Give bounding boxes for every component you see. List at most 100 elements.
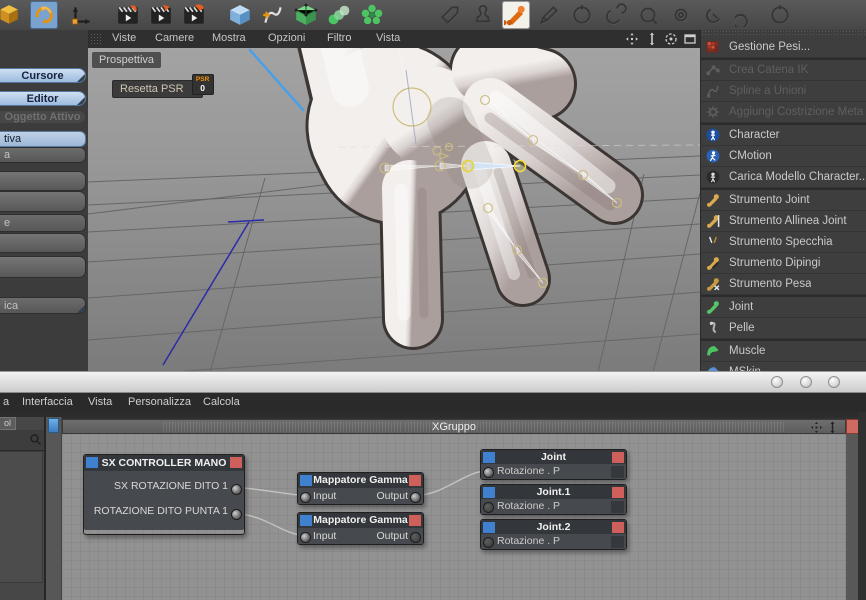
xpresso-window-titlebar[interactable] <box>0 371 866 393</box>
node-input-corner[interactable] <box>483 452 495 463</box>
panel-button-a[interactable]: a <box>0 147 86 163</box>
output-port[interactable] <box>231 509 242 520</box>
xpresso-menu-vista[interactable]: Vista <box>88 396 112 408</box>
xpool-search-field[interactable] <box>0 430 44 451</box>
sidebar-item-carica-modello-character[interactable]: Carica Modello Character... <box>701 167 866 188</box>
ring-tool-2-icon[interactable] <box>700 1 728 29</box>
output-port[interactable] <box>231 484 242 495</box>
window-button-2[interactable] <box>800 376 812 388</box>
node-input-corner[interactable] <box>300 515 312 526</box>
node-input-corner[interactable] <box>483 522 495 533</box>
record-position-icon[interactable] <box>114 1 142 29</box>
node-input-corner[interactable] <box>483 487 495 498</box>
scale-group-icon[interactable] <box>826 421 839 434</box>
panel-button-ica[interactable]: ica <box>0 297 86 314</box>
selected-joint[interactable] <box>461 159 475 173</box>
hypernurbs-icon[interactable] <box>292 1 320 29</box>
viewport-menu-filtro[interactable]: Filtro <box>327 32 351 44</box>
viewport-3d-canvas[interactable]: Prospettiva Resetta PSR PSR 0 <box>87 0 701 379</box>
node-graph-canvas[interactable]: SX CONTROLLER MANO SX ROTAZIONE DITO 1 R… <box>62 434 846 600</box>
polygon-mode-icon[interactable] <box>0 1 22 29</box>
node-joint[interactable]: Joint Rotazione . P <box>480 449 627 480</box>
joint-tool-active-icon[interactable] <box>502 1 530 29</box>
node-output-corner[interactable] <box>612 452 624 463</box>
ik-handle-line[interactable] <box>248 48 305 112</box>
cube-primitive-icon[interactable] <box>226 1 254 29</box>
input-port[interactable] <box>483 467 494 478</box>
sidebar-item-strumento-specchia[interactable]: Strumento Specchia <box>701 232 866 253</box>
viewport-menu-mostra[interactable]: Mostra <box>212 32 246 44</box>
left-scrollbar-handle[interactable] <box>48 418 59 433</box>
xpresso-menu-calcola[interactable]: Calcola <box>203 396 240 408</box>
ring-tool-3-icon[interactable] <box>733 1 761 29</box>
sidebar-item-strumento-dipingi[interactable]: Strumento Dipingi <box>701 253 866 274</box>
viewport-menu-vista-2[interactable]: Vista <box>376 32 400 44</box>
viewport-menu-opzioni[interactable]: Opzioni <box>268 32 305 44</box>
array-object-icon[interactable] <box>325 1 353 29</box>
sidebar-item-character[interactable]: Character <box>701 125 866 146</box>
sidebar-item-strumento-allinea-joint[interactable]: Strumento Allinea Joint <box>701 211 866 232</box>
panel-button-blank-5[interactable] <box>0 171 86 191</box>
rotate-view-icon[interactable] <box>664 32 680 46</box>
record-rotation-icon[interactable] <box>180 1 208 29</box>
panel-button-e[interactable]: e <box>0 214 86 232</box>
morph-tag-icon[interactable] <box>469 1 497 29</box>
panel-button-tiva[interactable]: tiva <box>0 131 86 147</box>
node-joint-1[interactable]: Joint.1 Rotazione . P <box>480 484 627 515</box>
panel-button-blank-9[interactable] <box>0 256 86 278</box>
viewport-menu-camere[interactable]: Camere <box>155 32 194 44</box>
menu-item-cut[interactable]: a <box>3 396 9 408</box>
maximize-view-icon[interactable] <box>683 32 699 46</box>
node-output-corner[interactable] <box>612 487 624 498</box>
pan-view-icon[interactable] <box>625 32 641 46</box>
sidebar-item-cmotion[interactable]: CMotion <box>701 146 866 167</box>
xpresso-menu-interfaccia[interactable]: Interfaccia <box>22 396 73 408</box>
node-mappatore-gamma-1[interactable]: Mappatore Gamma Input Output <box>297 472 424 505</box>
input-port[interactable] <box>300 532 311 543</box>
zoom-view-icon[interactable] <box>645 32 661 46</box>
circle-tool-1-icon[interactable] <box>568 1 596 29</box>
node-mappatore-gamma-2[interactable]: Mappatore Gamma Input Output <box>297 512 424 545</box>
panel-button-cursore[interactable]: Cursore <box>0 68 86 83</box>
sidebar-item-joint[interactable]: Joint <box>701 297 866 318</box>
xpool-tab[interactable]: ol <box>0 417 16 430</box>
panel-button-editor[interactable]: Editor <box>0 91 86 106</box>
menubar-grip-icon[interactable] <box>90 33 102 45</box>
window-button-3[interactable] <box>828 376 840 388</box>
sidebar-item-gestione-pesi[interactable]: Gestione Pesi... <box>701 37 866 58</box>
xgroup-titlebar[interactable]: XGruppo <box>62 419 846 434</box>
output-port[interactable] <box>410 492 421 503</box>
ring-tool-1-icon[interactable] <box>667 1 695 29</box>
viewport-menu-viste[interactable]: Viste <box>112 32 136 44</box>
sidebar-item-strumento-joint[interactable]: Strumento Joint <box>701 190 866 211</box>
rotate-tool-icon[interactable] <box>30 1 58 29</box>
right-scrollbar[interactable] <box>846 434 858 600</box>
node-output-corner[interactable] <box>409 475 421 486</box>
node-output-corner[interactable] <box>409 515 421 526</box>
selected-joint-tip[interactable] <box>513 159 527 173</box>
node-output-corner[interactable] <box>230 457 242 468</box>
pose-tag-icon[interactable] <box>436 1 464 29</box>
view-label[interactable]: Prospettiva <box>92 52 162 68</box>
reset-psr-button[interactable]: Resetta PSR PSR 0 <box>112 74 214 98</box>
node-output-corner[interactable] <box>612 522 624 533</box>
left-scrollbar[interactable] <box>46 417 62 600</box>
node-joint-2[interactable]: Joint.2 Rotazione . P <box>480 519 627 550</box>
output-port[interactable] <box>410 532 421 543</box>
node-input-corner[interactable] <box>300 475 312 486</box>
input-port[interactable] <box>483 537 494 548</box>
cluster-object-icon[interactable] <box>358 1 386 29</box>
pan-group-icon[interactable] <box>810 421 823 434</box>
node-sx-controller-mano[interactable]: SX CONTROLLER MANO SX ROTAZIONE DITO 1 R… <box>83 454 245 535</box>
sidebar-grip-icon[interactable] <box>701 30 866 36</box>
ring-tool-4-icon[interactable] <box>766 1 794 29</box>
sidebar-item-muscle[interactable]: Muscle <box>701 341 866 362</box>
move-axis-tool-icon[interactable] <box>68 1 96 29</box>
xpresso-menu-personalizza[interactable]: Personalizza <box>128 396 191 408</box>
window-button-1[interactable] <box>771 376 783 388</box>
sidebar-item-strumento-pesa[interactable]: Strumento Pesa <box>701 274 866 295</box>
circle-tool-2-icon[interactable] <box>601 1 629 29</box>
node-input-corner[interactable] <box>86 457 98 468</box>
circle-tool-3-icon[interactable] <box>634 1 662 29</box>
input-port[interactable] <box>300 492 311 503</box>
